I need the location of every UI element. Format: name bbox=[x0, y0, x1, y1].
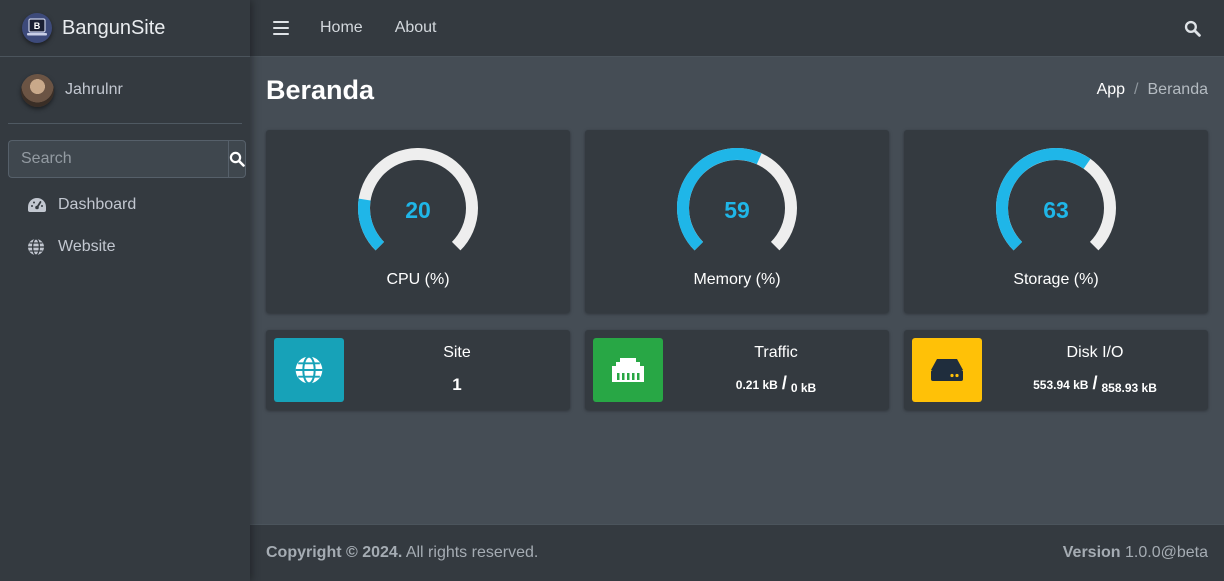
laptop-logo-icon: B bbox=[22, 13, 52, 43]
nav-link-about[interactable]: About bbox=[395, 19, 437, 37]
memory-gauge-value: 59 bbox=[724, 197, 750, 223]
brand-name: BangunSite bbox=[62, 16, 166, 39]
sidebar-search-input[interactable] bbox=[8, 140, 228, 178]
sidebar-item-label: Website bbox=[58, 238, 116, 255]
disk-io-info-box: Disk I/O 553.94 kB/858.93 kB bbox=[904, 330, 1208, 410]
top-navbar: Home About bbox=[250, 0, 1224, 57]
disk-io-value-b: 858.93 kB bbox=[1101, 381, 1157, 395]
traffic-info-box: Traffic 0.21 kB/0 kB bbox=[585, 330, 889, 410]
globe-icon bbox=[274, 338, 344, 402]
traffic-separator: / bbox=[781, 373, 787, 393]
sidebar-search-button[interactable] bbox=[228, 140, 246, 178]
sidebar-item-website[interactable]: Website bbox=[8, 227, 242, 267]
disk-io-separator: / bbox=[1092, 373, 1098, 393]
footer-version-value: 1.0.0@beta bbox=[1120, 544, 1208, 561]
traffic-value-b: 0 kB bbox=[790, 381, 817, 395]
memory-gauge-label: Memory (%) bbox=[693, 271, 781, 288]
ethernet-icon bbox=[593, 338, 663, 402]
user-panel[interactable]: Jahrulnr bbox=[8, 57, 242, 124]
traffic-value-a: 0.21 kB bbox=[735, 378, 778, 392]
search-icon bbox=[1184, 20, 1201, 37]
nav-link-home[interactable]: Home bbox=[320, 19, 363, 37]
breadcrumb-separator: / bbox=[1134, 81, 1139, 98]
user-name[interactable]: Jahrulnr bbox=[65, 81, 123, 99]
sidebar-search bbox=[8, 140, 246, 178]
site-info-title: Site bbox=[443, 344, 471, 361]
hamburger-icon[interactable] bbox=[273, 21, 289, 35]
disk-io-info-values: 553.94 kB/858.93 kB bbox=[982, 373, 1208, 395]
globe-icon bbox=[27, 238, 49, 256]
breadcrumb-app-link[interactable]: App bbox=[1097, 81, 1125, 99]
sidebar-item-label: Dashboard bbox=[58, 196, 137, 213]
traffic-info-values: 0.21 kB/0 kB bbox=[663, 373, 889, 395]
site-info-value: 1 bbox=[452, 375, 462, 394]
breadcrumb-current: Beranda bbox=[1147, 81, 1209, 98]
brand-link[interactable]: B BangunSite bbox=[0, 0, 250, 57]
footer-copyright: Copyright © 2024. All rights reserved. bbox=[266, 544, 538, 562]
breadcrumb: App / Beranda bbox=[1097, 81, 1208, 99]
footer-copyright-rest: All rights reserved. bbox=[402, 544, 539, 561]
footer-copyright-strong: Copyright © 2024. bbox=[266, 544, 403, 561]
site-info-box: Site 1 bbox=[266, 330, 570, 410]
hdd-icon bbox=[912, 338, 982, 402]
storage-gauge-label: Storage (%) bbox=[1013, 271, 1099, 288]
memory-gauge-card: 59 Memory (%) bbox=[585, 130, 889, 313]
footer: Copyright © 2024. All rights reserved. V… bbox=[250, 524, 1224, 581]
storage-gauge-card: 63 Storage (%) bbox=[904, 130, 1208, 313]
footer-version: Version 1.0.0@beta bbox=[1063, 544, 1208, 562]
footer-version-label: Version bbox=[1062, 544, 1121, 561]
navbar-search-button[interactable] bbox=[1184, 20, 1201, 37]
cpu-gauge-card: 20 CPU (%) bbox=[266, 130, 570, 313]
storage-gauge-value: 63 bbox=[1043, 197, 1069, 223]
svg-text:B: B bbox=[34, 21, 41, 31]
disk-io-info-title: Disk I/O bbox=[1066, 344, 1124, 361]
search-icon bbox=[229, 151, 245, 167]
sidebar-item-dashboard[interactable]: Dashboard bbox=[8, 185, 242, 225]
content-header: Beranda App / Beranda bbox=[266, 72, 1208, 108]
disk-io-value-a: 553.94 kB bbox=[1033, 378, 1089, 392]
traffic-info-title: Traffic bbox=[754, 344, 798, 361]
sidebar: B BangunSite Jahrulnr Search Dashboard W… bbox=[0, 0, 250, 581]
tachometer-icon bbox=[27, 197, 49, 213]
user-avatar bbox=[21, 73, 54, 107]
page-title: Beranda bbox=[266, 74, 375, 105]
sidebar-nav: Dashboard Website bbox=[0, 185, 250, 267]
cpu-gauge-label: CPU (%) bbox=[386, 271, 450, 288]
cpu-gauge-value: 20 bbox=[405, 197, 431, 223]
